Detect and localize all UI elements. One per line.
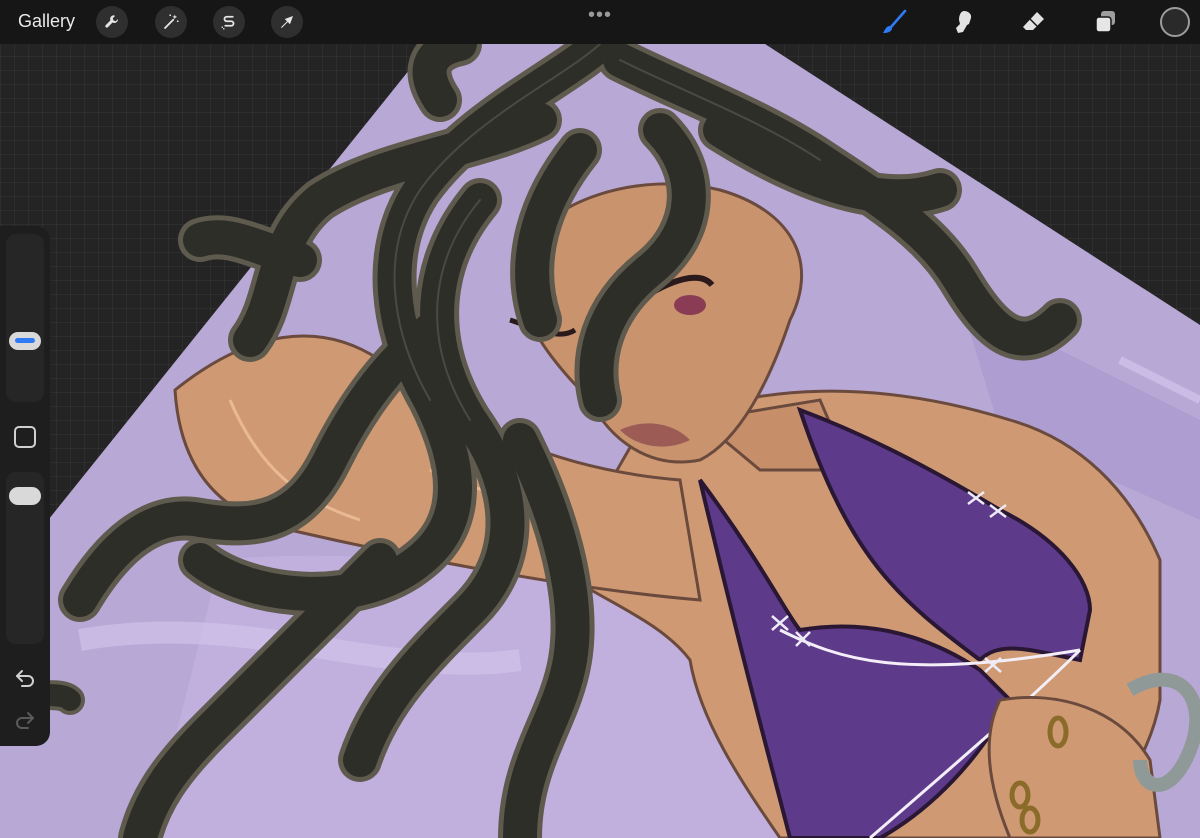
artwork-canvas[interactable] — [0, 44, 1200, 838]
brush-size-handle[interactable] — [9, 331, 41, 350]
eraser-tool[interactable] — [1018, 6, 1050, 38]
transform-button[interactable] — [271, 6, 303, 38]
arrow-cursor-icon — [281, 16, 293, 28]
adjustments-button[interactable] — [155, 6, 187, 38]
selection-s-icon — [221, 15, 235, 30]
top-toolbar: Gallery ••• — [0, 0, 1200, 44]
opacity-handle[interactable] — [9, 487, 41, 506]
brush-tool[interactable] — [878, 6, 910, 38]
smudge-icon — [956, 11, 972, 33]
left-sidebar — [0, 226, 50, 746]
brush-size-accent — [15, 337, 35, 343]
brush-icon — [883, 9, 907, 33]
drawing-canvas[interactable] — [0, 44, 1200, 838]
brush-size-slider[interactable] — [6, 234, 44, 402]
selection-button[interactable] — [213, 6, 245, 38]
eraser-icon — [1023, 12, 1044, 30]
wrench-icon — [105, 15, 119, 28]
modify-button[interactable] — [14, 426, 36, 448]
smudge-tool[interactable] — [948, 6, 980, 38]
more-options-button[interactable]: ••• — [588, 4, 612, 27]
redo-icon[interactable] — [13, 708, 37, 732]
actions-button[interactable] — [96, 6, 128, 38]
magic-wand-icon — [164, 14, 179, 29]
color-picker-button[interactable] — [1160, 7, 1190, 37]
layers-button[interactable] — [1089, 6, 1121, 38]
gallery-button[interactable]: Gallery — [18, 11, 75, 32]
layers-icon — [1095, 11, 1115, 33]
undo-icon[interactable] — [13, 666, 37, 690]
